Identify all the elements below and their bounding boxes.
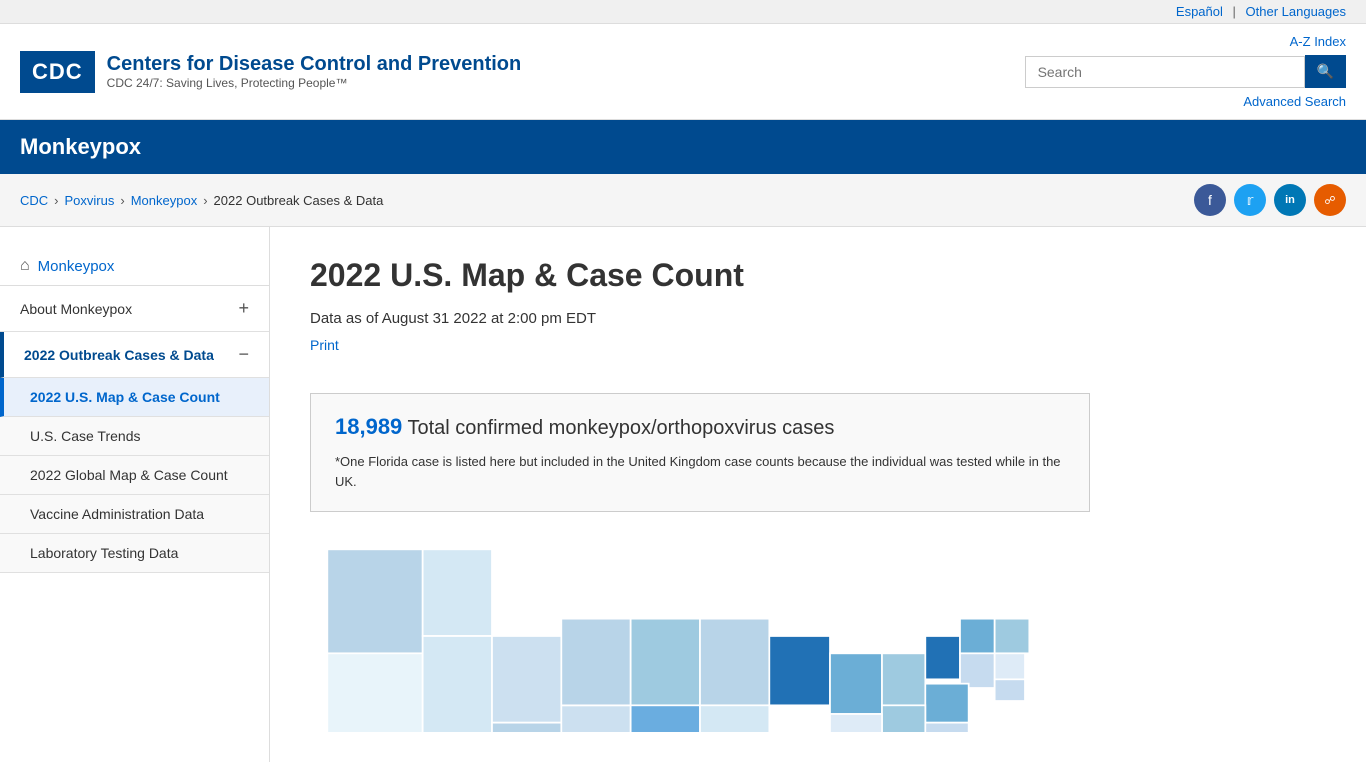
case-count-headline: 18,989 Total confirmed monkeypox/orthopo…: [335, 414, 1065, 440]
az-index-link[interactable]: A-Z Index: [1290, 34, 1346, 49]
site-header: CDC Centers for Disease Control and Prev…: [0, 24, 1366, 120]
twitter-icon[interactable]: 𝕣: [1234, 184, 1266, 216]
us-map-svg: [310, 532, 1090, 732]
state-il: [700, 705, 769, 732]
state-ut: [492, 723, 561, 732]
search-icon: 🔍: [1317, 63, 1334, 79]
state-mt: [423, 636, 492, 732]
data-date: Data as of August 31 2022 at 2:00 pm EDT: [310, 310, 1326, 327]
rss-icon[interactable]: ☍: [1314, 184, 1346, 216]
state-va: [882, 705, 925, 732]
sidebar: ⌂ Monkeypox About Monkeypox + 2022 Outbr…: [0, 227, 270, 762]
top-utility-bar: Español | Other Languages: [0, 0, 1366, 24]
sidebar-subitem-lab[interactable]: Laboratory Testing Data: [0, 534, 269, 573]
breadcrumb-sep3: ›: [203, 193, 207, 208]
home-icon: ⌂: [20, 257, 30, 275]
state-pa: [882, 653, 925, 705]
case-number: 18,989: [335, 414, 402, 439]
state-ia: [631, 705, 700, 732]
page-title: 2022 U.S. Map & Case Count: [310, 257, 1326, 294]
breadcrumb-sep1: ›: [54, 193, 58, 208]
state-id: [423, 549, 492, 636]
case-count-box: 18,989 Total confirmed monkeypox/orthopo…: [310, 393, 1090, 512]
state-wa: [327, 549, 422, 653]
case-note: *One Florida case is listed here but inc…: [335, 452, 1065, 491]
sidebar-subitem-vaccine[interactable]: Vaccine Administration Data: [0, 495, 269, 534]
separator: |: [1233, 4, 1236, 19]
main-content: 2022 U.S. Map & Case Count Data as of Au…: [270, 227, 1366, 762]
state-ct: [995, 653, 1025, 679]
social-icons: f 𝕣 in ☍: [1194, 184, 1346, 216]
sidebar-subitems: 2022 U.S. Map & Case Count U.S. Case Tre…: [0, 378, 269, 573]
cdc-logo: CDC: [20, 51, 95, 93]
state-mi: [769, 636, 830, 705]
header-right: A-Z Index 🔍 Advanced Search: [1025, 34, 1346, 109]
state-ma: [960, 653, 995, 688]
state-wy: [492, 636, 561, 723]
main-container: ⌂ Monkeypox About Monkeypox + 2022 Outbr…: [0, 227, 1366, 762]
breadcrumb-poxvirus[interactable]: Poxvirus: [65, 193, 115, 208]
org-tagline: CDC 24/7: Saving Lives, Protecting Peopl…: [107, 76, 522, 90]
sidebar-about-label: About Monkeypox: [20, 301, 132, 317]
banner-title: Monkeypox: [20, 134, 141, 159]
other-languages-link[interactable]: Other Languages: [1246, 4, 1346, 19]
sidebar-item-outbreak[interactable]: 2022 Outbreak Cases & Data −: [0, 332, 269, 378]
sidebar-outbreak-collapse: −: [238, 344, 249, 365]
sidebar-about-expand: +: [238, 298, 249, 319]
section-banner: Monkeypox: [0, 120, 1366, 174]
case-count-text: Total confirmed monkeypox/orthopoxvirus …: [408, 417, 835, 439]
state-nj: [925, 684, 968, 723]
print-link[interactable]: Print: [310, 337, 339, 353]
map-area: [310, 532, 1090, 732]
sidebar-home-label: Monkeypox: [38, 258, 115, 275]
state-mn: [631, 619, 700, 706]
search-row: 🔍: [1025, 55, 1346, 88]
state-wi: [700, 619, 769, 706]
org-text: Centers for Disease Control and Preventi…: [107, 53, 522, 90]
org-name: Centers for Disease Control and Preventi…: [107, 53, 522, 76]
sidebar-outbreak-label: 2022 Outbreak Cases & Data: [24, 347, 214, 363]
breadcrumb-sep2: ›: [120, 193, 124, 208]
breadcrumb-bar: CDC › Poxvirus › Monkeypox › 2022 Outbre…: [0, 174, 1366, 227]
state-wv: [830, 714, 882, 732]
breadcrumb-current: 2022 Outbreak Cases & Data: [214, 193, 384, 208]
sidebar-subitem-ustrends[interactable]: U.S. Case Trends: [0, 417, 269, 456]
linkedin-icon[interactable]: in: [1274, 184, 1306, 216]
sidebar-home-link[interactable]: ⌂ Monkeypox: [0, 247, 269, 286]
us-map: [310, 532, 1090, 732]
state-me: [995, 619, 1030, 654]
espanol-link[interactable]: Español: [1176, 4, 1223, 19]
sidebar-item-about[interactable]: About Monkeypox +: [0, 286, 269, 332]
breadcrumb-monkeypox[interactable]: Monkeypox: [131, 193, 197, 208]
breadcrumb-cdc[interactable]: CDC: [20, 193, 48, 208]
state-ny: [925, 636, 960, 679]
search-input[interactable]: [1025, 56, 1305, 88]
logo-area: CDC Centers for Disease Control and Prev…: [20, 51, 521, 93]
advanced-search-link[interactable]: Advanced Search: [1243, 94, 1346, 109]
sidebar-subitem-globalmap[interactable]: 2022 Global Map & Case Count: [0, 456, 269, 495]
sidebar-subitem-usmap[interactable]: 2022 U.S. Map & Case Count: [0, 378, 269, 417]
state-co: [561, 705, 630, 732]
state-oh: [830, 653, 882, 714]
search-button[interactable]: 🔍: [1305, 55, 1346, 88]
breadcrumb: CDC › Poxvirus › Monkeypox › 2022 Outbre…: [20, 193, 383, 208]
state-vt: [960, 619, 995, 654]
state-md: [925, 723, 968, 732]
facebook-icon[interactable]: f: [1194, 184, 1226, 216]
state-ri: [995, 679, 1025, 701]
state-or: [327, 653, 422, 732]
state-nd: [561, 619, 630, 706]
cdc-logo-text: CDC: [32, 59, 83, 84]
